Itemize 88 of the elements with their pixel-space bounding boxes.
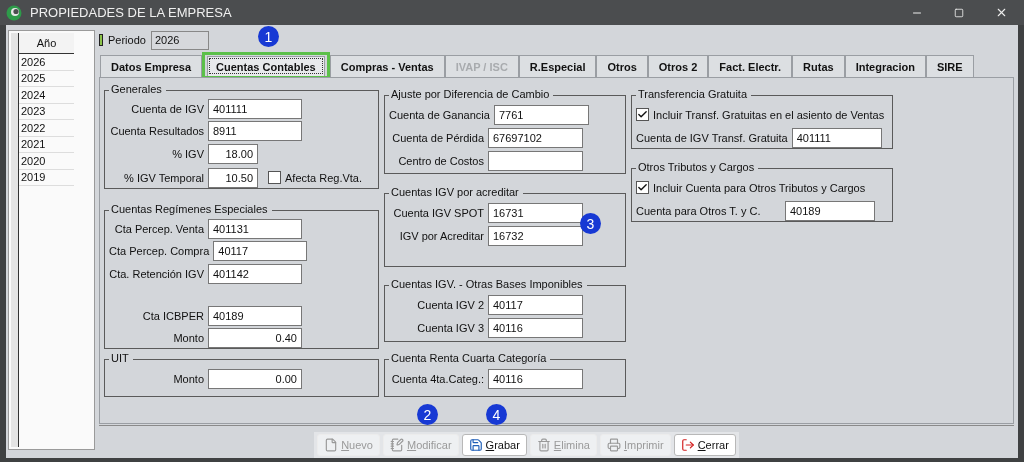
- save-icon: [468, 438, 483, 452]
- account-field[interactable]: 401111: [791, 127, 882, 148]
- field-label: Cuenta IGV SPOT: [392, 206, 484, 219]
- tab[interactable]: Otros: [596, 55, 648, 77]
- amount-field[interactable]: 0.00: [208, 368, 302, 389]
- field-label: Cuenta Resultados: [109, 125, 204, 138]
- account-field[interactable]: 7761: [493, 104, 589, 125]
- field-label: Cta Percep. Compra: [109, 245, 210, 258]
- tab[interactable]: Fact. Electr.: [708, 55, 793, 77]
- field-label: Cuenta 4ta.Categ.:: [390, 372, 484, 385]
- year-cell[interactable]: 2024: [19, 87, 74, 104]
- account-field[interactable]: 40189: [785, 200, 875, 221]
- account-field[interactable]: 67697102: [488, 127, 583, 148]
- field-label: Cuenta IGV 3: [416, 321, 484, 334]
- field-label: Monto: [172, 331, 204, 344]
- year-cell[interactable]: 2019: [19, 169, 74, 186]
- account-field[interactable]: 16731: [488, 202, 583, 223]
- field-label: Cta ICBPER: [141, 309, 204, 322]
- group-title: Cuenta Renta Cuarta Categoría: [389, 352, 551, 364]
- printer-icon: [606, 438, 621, 452]
- field-label: Cta Percep. Venta: [113, 223, 204, 236]
- page-icon: [324, 438, 339, 452]
- group-title: Cuentas Regímenes Especiales: [109, 203, 272, 215]
- year-cell[interactable]: 2025: [19, 70, 74, 87]
- notebook-pen-icon: [389, 438, 404, 452]
- field-label: IGV por Acreditar: [398, 229, 484, 242]
- group-title: Ajuste por Diferencia de Cambio: [389, 88, 554, 100]
- tab[interactable]: Compras - Ventas: [329, 55, 445, 77]
- tab[interactable]: Otros 2: [647, 55, 709, 77]
- indicator-icon: [99, 34, 103, 46]
- amount-field[interactable]: 0.40: [208, 327, 302, 348]
- account-field[interactable]: 40116: [488, 317, 583, 338]
- toolbar-button[interactable]: Cerrar: [673, 434, 736, 456]
- field-label: Periodo: [108, 34, 146, 46]
- trash-icon: [536, 438, 551, 452]
- exit-icon: [680, 438, 695, 452]
- field-label: Cuenta IGV 2: [416, 298, 484, 311]
- period-field: 2026: [150, 30, 209, 50]
- year-cell[interactable]: 2020: [19, 153, 74, 170]
- group-title: Otros Tributos y Cargos: [636, 161, 759, 173]
- checkbox[interactable]: [636, 108, 649, 121]
- tab[interactable]: Cuentas Contables: [207, 56, 325, 76]
- field-label: % IGV: [171, 147, 204, 160]
- account-field[interactable]: 401111: [208, 99, 302, 120]
- checkbox-label: Afecta Reg.Vta.: [285, 171, 363, 184]
- checkbox-label: Incluir Transf. Gratuitas en el asiento de Ventas: [653, 108, 885, 121]
- field-label: Cta. Retención IGV: [109, 267, 204, 280]
- year-cell[interactable]: 2023: [19, 103, 74, 120]
- tab[interactable]: Datos Empresa: [100, 55, 203, 77]
- year-cell[interactable]: 2026: [19, 54, 74, 71]
- field-label: Cuenta de Pérdida: [391, 131, 484, 144]
- maximize-icon: [954, 7, 964, 18]
- year-cell[interactable]: 2021: [19, 136, 74, 153]
- field-label: Cuenta de Ganancia: [389, 108, 490, 121]
- checkbox[interactable]: [636, 181, 649, 194]
- tab[interactable]: R.Especial: [518, 55, 597, 77]
- checkbox[interactable]: [268, 171, 281, 185]
- account-field[interactable]: 40117: [213, 241, 308, 262]
- tab[interactable]: SIRE: [925, 55, 974, 77]
- group-title: Generales: [109, 83, 166, 95]
- field-label: % IGV Temporal: [123, 171, 204, 184]
- column-header: Año: [19, 33, 74, 54]
- group-title: Transferencia Gratuita: [636, 88, 752, 100]
- account-field[interactable]: [488, 150, 583, 171]
- account-field[interactable]: 8911: [208, 121, 302, 142]
- group-title: Cuentas IGV por acreditar: [389, 186, 523, 198]
- field-label: Monto: [172, 372, 204, 385]
- field-label: Cuenta de IGV Transf. Gratuita: [636, 131, 788, 144]
- tab[interactable]: Integracion: [844, 55, 926, 77]
- field-label: Cuenta para Otros T. y C.: [636, 204, 762, 217]
- field-label: Centro de Costos: [397, 154, 484, 167]
- account-field[interactable]: 40116: [488, 368, 583, 389]
- window-title: PROPIEDADES DE LA EMPRESA: [30, 5, 233, 20]
- checkbox-label: Incluir Cuenta para Otros Tributos y Cargos: [653, 181, 866, 194]
- account-field[interactable]: 40189: [208, 305, 302, 326]
- account-field[interactable]: 40117: [488, 294, 583, 315]
- account-field[interactable]: 401142: [208, 263, 302, 284]
- amount-field[interactable]: 18.00: [208, 143, 258, 164]
- app-logo-icon: [6, 4, 22, 21]
- account-field[interactable]: 401131: [208, 219, 302, 240]
- group-title: UIT: [109, 352, 133, 364]
- year-cell[interactable]: 2022: [19, 120, 74, 137]
- toolbar-button[interactable]: Grabar: [461, 434, 527, 456]
- group-title: Cuentas IGV. - Otras Bases Imponibles: [389, 278, 587, 290]
- account-field[interactable]: 16732: [488, 225, 583, 246]
- field-label: Cuenta de IGV: [130, 103, 204, 116]
- tab[interactable]: Rutas: [792, 55, 845, 77]
- amount-field[interactable]: 10.50: [208, 167, 258, 188]
